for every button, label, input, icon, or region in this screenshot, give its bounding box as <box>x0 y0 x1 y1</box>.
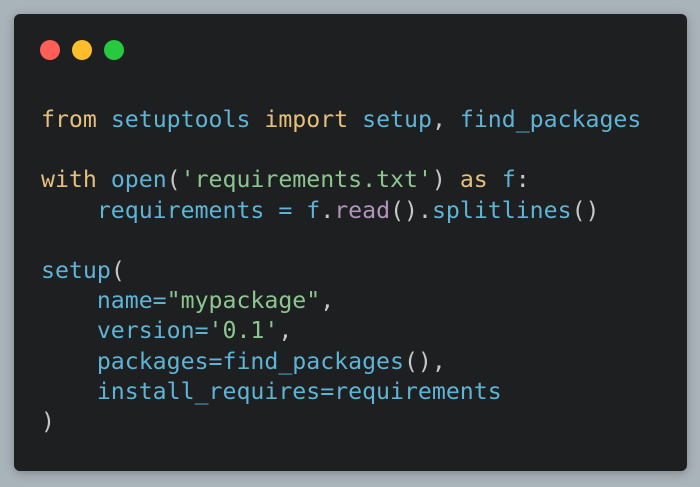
code-token: import <box>264 106 349 133</box>
minimize-button[interactable] <box>72 40 92 60</box>
code-line: setup( <box>41 256 641 286</box>
code-token: : <box>515 166 530 194</box>
code-line: version='0.1', <box>41 316 641 346</box>
code-line: packages=find_packages(), <box>41 347 641 377</box>
code-token: packages=find_packages <box>96 347 404 375</box>
code-window: from setuptools import setup, find_packa… <box>14 14 687 471</box>
code-token: ( <box>166 166 181 194</box>
code-token: from <box>41 106 97 133</box>
code-token: name= <box>96 287 167 315</box>
code-token: . <box>320 196 335 224</box>
close-button[interactable] <box>40 40 60 60</box>
code-token: () <box>571 196 600 224</box>
code-token: install_requires=requirements <box>96 377 502 405</box>
zoom-button[interactable] <box>104 40 124 60</box>
code-token: setup <box>362 106 432 133</box>
code-token: , <box>320 287 335 315</box>
code-token: "mypackage" <box>166 287 321 315</box>
code-token: 'requirements.txt' <box>180 166 432 194</box>
code-token: ( <box>110 256 125 284</box>
code-token: , <box>278 317 293 345</box>
code-token: setup <box>41 256 111 284</box>
code-token: f <box>306 196 321 224</box>
code-token: ) <box>431 166 460 194</box>
code-token: requirements <box>96 196 265 224</box>
code-token: find_packages <box>459 106 642 133</box>
code-token: , <box>431 106 460 133</box>
code-token: setuptools <box>110 106 251 133</box>
code-token: (), <box>403 347 446 375</box>
code-line: requirements = f.read().splitlines() <box>41 196 641 226</box>
code-token: with <box>41 166 97 194</box>
code-token: '0.1' <box>208 317 279 345</box>
code-line: name="mypackage", <box>41 286 641 316</box>
code-line: with open('requirements.txt') as f: <box>41 165 641 195</box>
code-token: version= <box>96 317 209 345</box>
code-block: from setuptools import setup, find_packa… <box>41 105 641 437</box>
code-token: = <box>278 196 293 224</box>
window-controls <box>40 40 124 60</box>
code-token: (). <box>390 196 432 224</box>
code-token: open <box>110 166 167 194</box>
code-line: from setuptools import setup, find_packa… <box>41 105 641 135</box>
code-token: splitlines <box>431 196 572 224</box>
code-token: as <box>459 166 488 194</box>
code-line: ) <box>41 407 641 437</box>
code-line: install_requires=requirements <box>41 377 641 407</box>
code-token: read <box>334 196 391 224</box>
code-token: ) <box>41 407 55 435</box>
code-token: f <box>501 166 516 194</box>
